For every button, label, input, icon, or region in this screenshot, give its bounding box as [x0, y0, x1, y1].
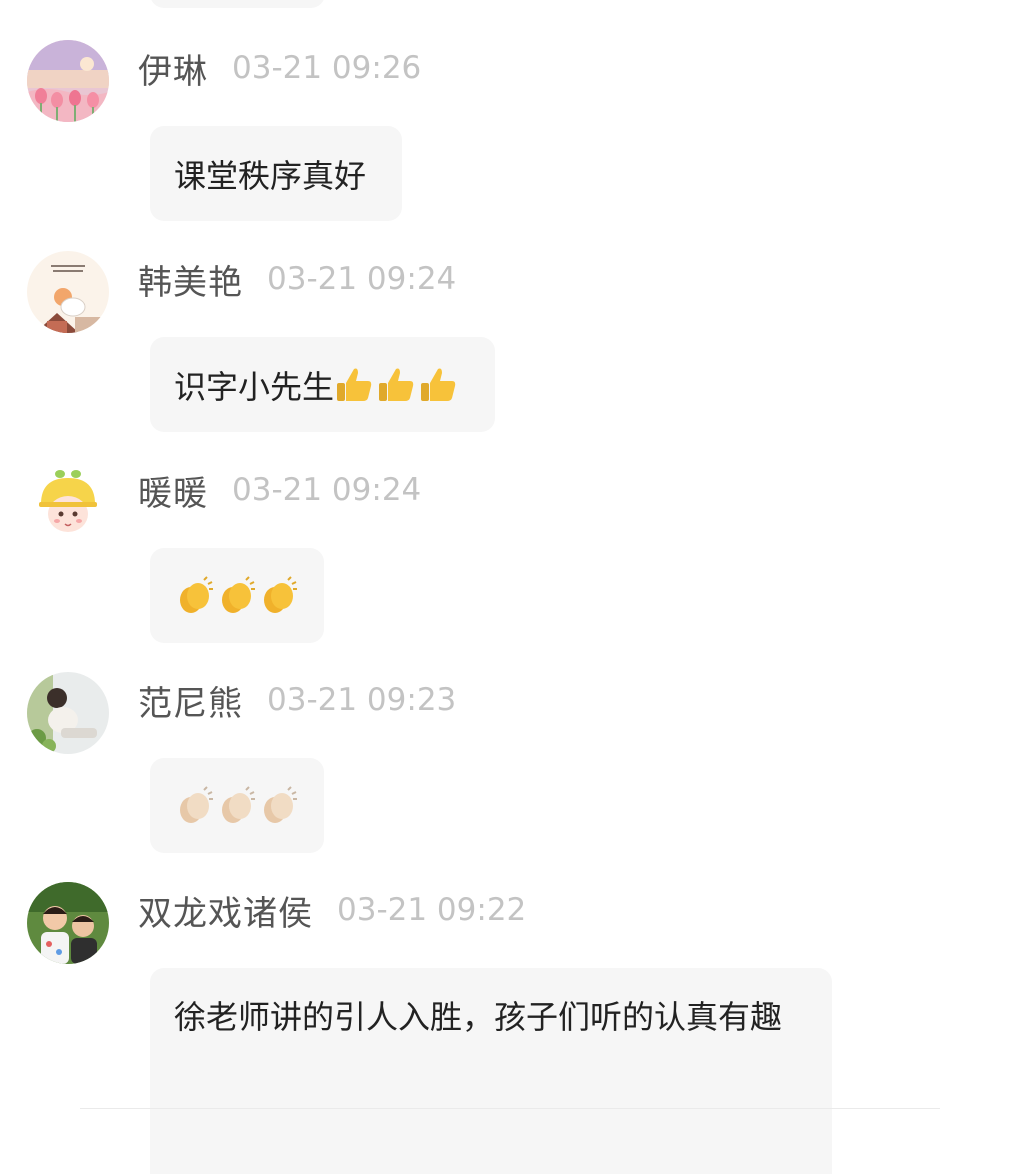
avatar[interactable] [27, 40, 109, 122]
avatar[interactable] [27, 882, 109, 964]
comment-meta: 范尼熊 03-21 09:23 [138, 676, 456, 724]
comment-meta: 伊琳 03-21 09:26 [138, 44, 421, 92]
clapping-hands-icon [180, 576, 213, 613]
message-bubble: 课堂秩序真好 [150, 126, 402, 221]
message-bubble: 徐老师讲的引人入胜，孩子们听的认真有趣 [150, 968, 832, 1174]
clapping-hands-light-icon [222, 786, 255, 823]
timestamp: 03-21 09:26 [232, 50, 422, 86]
avatar[interactable] [27, 251, 109, 333]
avatar[interactable] [27, 462, 109, 544]
username[interactable]: 暖暖 [138, 466, 208, 515]
comment-meta: 韩美艳 03-21 09:24 [138, 255, 456, 303]
thumbs-up-icon [337, 368, 372, 401]
avatar-image [27, 882, 109, 964]
thumbs-up-icon [421, 368, 456, 401]
username[interactable]: 伊琳 [138, 44, 208, 93]
emoji-row [174, 575, 300, 616]
avatar-image [27, 251, 109, 333]
message-bubble [150, 758, 324, 853]
avatar-image [27, 40, 109, 122]
list-bottom-divider [80, 1108, 940, 1109]
thumbs-up-icon [379, 368, 414, 401]
emoji-row [174, 785, 300, 826]
avatar-image [27, 462, 109, 544]
avatar[interactable] [27, 672, 109, 754]
comment-meta: 暖暖 03-21 09:24 [138, 466, 421, 514]
timestamp: 03-21 09:24 [232, 472, 422, 508]
clapping-hands-light-icon [180, 786, 213, 823]
message-text: 课堂秩序真好 [174, 156, 367, 195]
comment-meta: 双龙戏诸侯 03-21 09:22 [138, 886, 526, 934]
username[interactable]: 双龙戏诸侯 [138, 886, 313, 935]
clapping-hands-icon [222, 576, 255, 613]
message-text: 徐老师讲的引人入胜，孩子们听的认真有趣 [174, 998, 783, 1036]
emoji-row [334, 364, 460, 405]
message-bubble: 识字小先生 [150, 337, 495, 432]
username[interactable]: 范尼熊 [138, 676, 243, 725]
timestamp: 03-21 09:23 [267, 682, 457, 718]
timestamp: 03-21 09:24 [267, 261, 457, 297]
clapping-hands-icon [264, 576, 297, 613]
message-text: 识字小先生 [174, 367, 335, 406]
username[interactable]: 韩美艳 [138, 255, 243, 304]
comment-list: 伊琳 03-21 09:26 课堂秩序真好 韩美艳 03-21 09:24 识字… [0, 0, 1024, 1174]
timestamp: 03-21 09:22 [337, 892, 527, 928]
message-bubble [150, 548, 324, 643]
avatar-image [27, 672, 109, 754]
clapping-hands-light-icon [264, 786, 297, 823]
